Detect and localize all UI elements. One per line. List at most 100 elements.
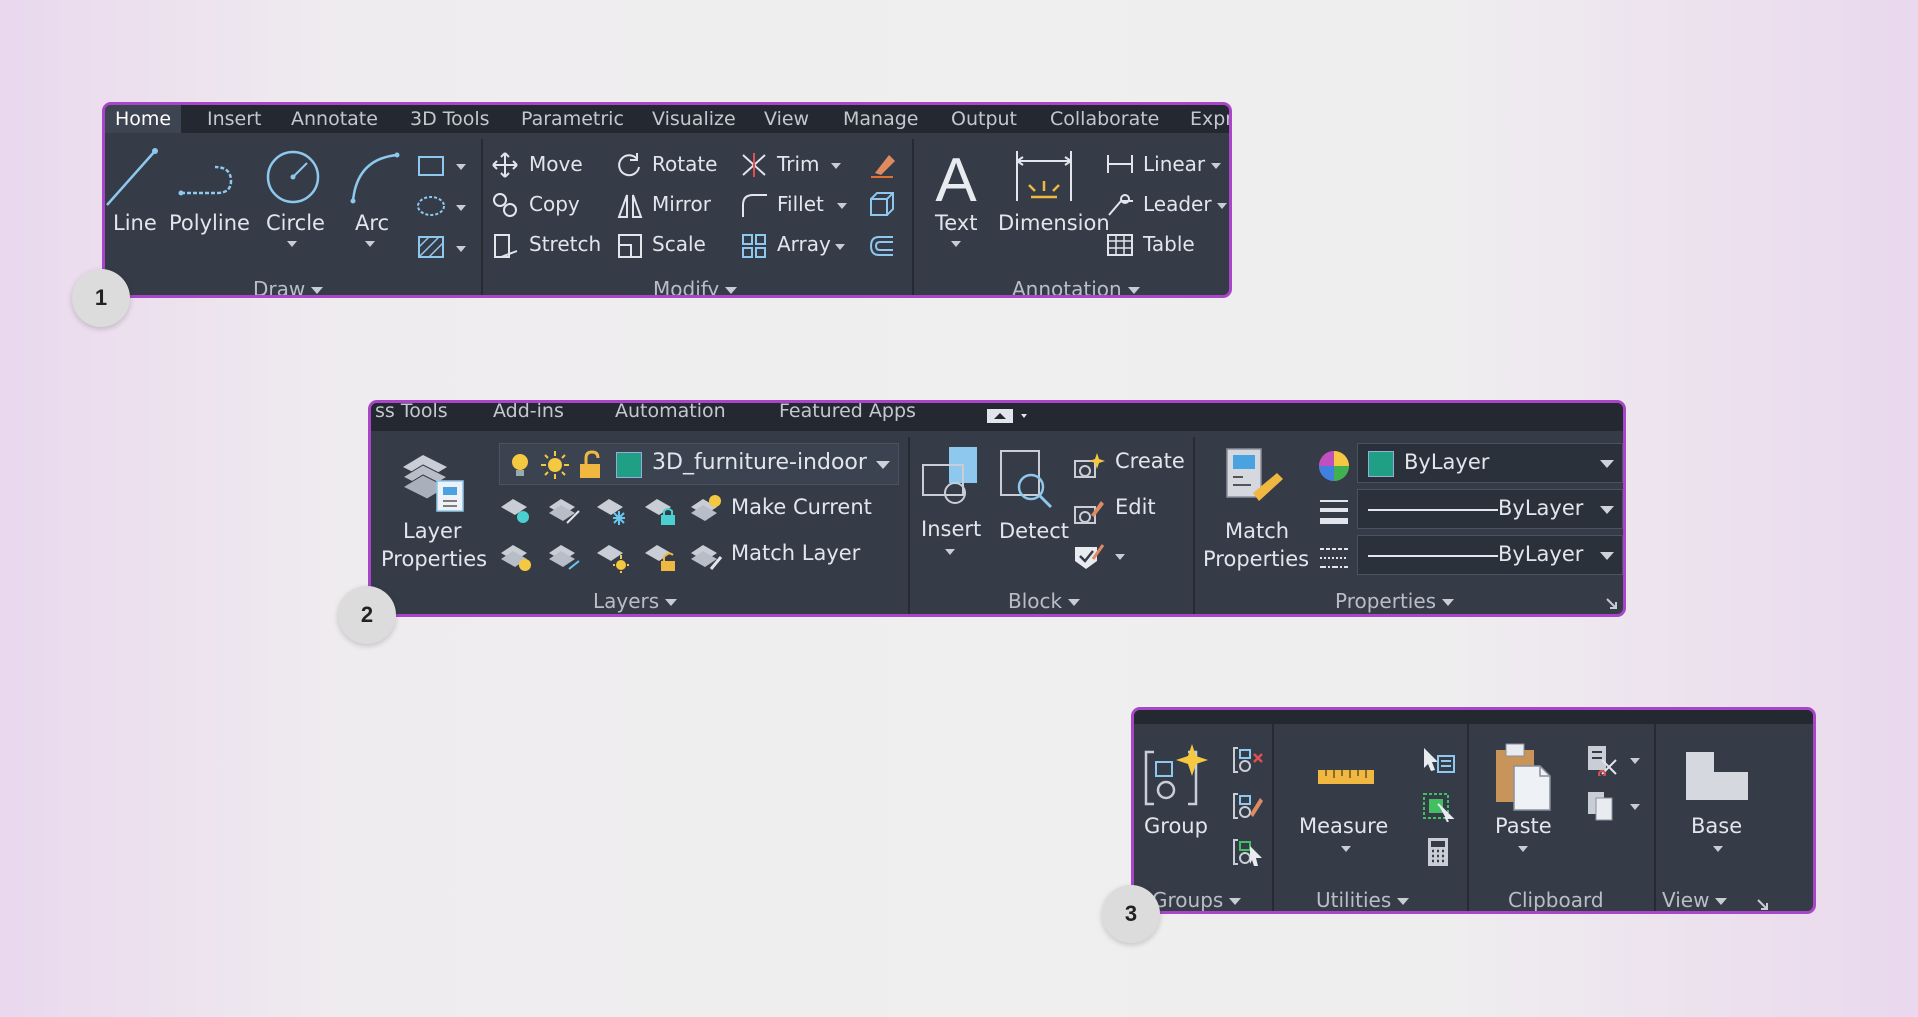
measure-dropdown-icon[interactable]: [1341, 846, 1351, 852]
ellipse-icon[interactable]: [415, 193, 449, 219]
circle-dropdown-icon[interactable]: [287, 241, 297, 247]
tab-parametric[interactable]: Parametric: [521, 105, 624, 133]
table-button[interactable]: Table: [1143, 232, 1195, 256]
tab-3d-tools[interactable]: 3D Tools: [410, 105, 490, 133]
rectangle-dropdown-icon[interactable]: [456, 164, 466, 170]
erase-icon[interactable]: [867, 151, 897, 179]
annotation-group-label[interactable]: Annotation: [1012, 277, 1140, 295]
array-button[interactable]: Array: [777, 232, 831, 256]
layer-change-icon[interactable]: [547, 539, 583, 573]
group-button[interactable]: Group: [1144, 814, 1208, 838]
line-button[interactable]: Line: [113, 211, 157, 235]
polyline-button[interactable]: Polyline: [169, 211, 250, 235]
copy-clip-dropdown-icon[interactable]: [1630, 804, 1640, 810]
match-properties-button-line1[interactable]: Match: [1225, 519, 1289, 543]
fillet-dropdown-icon[interactable]: [837, 203, 847, 209]
cut-icon[interactable]: [1584, 744, 1620, 776]
layer-dropdown[interactable]: 3D_furniture-indoor: [499, 443, 899, 485]
dimension-icon[interactable]: [1013, 147, 1075, 205]
arc-dropdown-icon[interactable]: [365, 241, 375, 247]
match-layer-button[interactable]: Match Layer: [731, 541, 860, 565]
ungroup-icon[interactable]: [1230, 744, 1264, 776]
layer-unlock-all-icon[interactable]: [643, 539, 679, 573]
detect-button[interactable]: Detect: [999, 519, 1069, 543]
layer-previous-icon[interactable]: [499, 539, 535, 573]
hatch-dropdown-icon[interactable]: [456, 246, 466, 252]
trim-button[interactable]: Trim: [777, 152, 820, 176]
groups-group-label[interactable]: Groups: [1152, 888, 1242, 911]
fillet-button[interactable]: Fillet: [777, 192, 824, 216]
layer-lock-icon[interactable]: [643, 493, 679, 527]
layers-group-label[interactable]: Layers: [593, 589, 678, 613]
quick-select-icon[interactable]: [1420, 744, 1456, 776]
calculator-icon[interactable]: [1420, 836, 1456, 868]
tab-collaborate[interactable]: Collaborate: [1050, 105, 1159, 133]
dimension-button[interactable]: Dimension: [998, 211, 1110, 235]
polyline-icon[interactable]: [177, 155, 237, 201]
tab-insert[interactable]: Insert: [207, 105, 262, 133]
tab-home[interactable]: Home: [105, 105, 182, 133]
tab-view[interactable]: View: [764, 105, 809, 133]
linetype-dropdown[interactable]: ByLayer: [1357, 535, 1623, 575]
scale-button[interactable]: Scale: [652, 232, 706, 256]
minimize-ribbon-icon[interactable]: [985, 405, 1033, 427]
tab-visualize[interactable]: Visualize: [652, 105, 736, 133]
cut-dropdown-icon[interactable]: [1630, 758, 1640, 764]
block-group-label[interactable]: Block: [1008, 589, 1081, 613]
insert-block-button[interactable]: Insert: [921, 517, 981, 541]
paste-button[interactable]: Paste: [1495, 814, 1552, 838]
layer-freeze-icon[interactable]: [595, 493, 631, 527]
copy-button[interactable]: Copy: [529, 192, 580, 216]
edit-block-button[interactable]: Edit: [1115, 495, 1156, 519]
view-group-label[interactable]: View: [1662, 888, 1728, 911]
measure-icon[interactable]: [1316, 764, 1376, 790]
text-dropdown-icon[interactable]: [951, 241, 961, 247]
rotate-button[interactable]: Rotate: [652, 152, 717, 176]
leader-dropdown-icon[interactable]: [1217, 203, 1227, 209]
text-icon[interactable]: A: [930, 147, 982, 205]
create-block-button[interactable]: Create: [1115, 449, 1185, 473]
make-current-button[interactable]: Make Current: [731, 495, 872, 519]
base-dropdown-icon[interactable]: [1713, 846, 1723, 852]
match-properties-button-line2[interactable]: Properties: [1203, 547, 1309, 571]
group-icon[interactable]: [1142, 742, 1210, 810]
tab-manage[interactable]: Manage: [843, 105, 918, 133]
dialog-launcher-icon[interactable]: [1605, 597, 1619, 611]
tab-output[interactable]: Output: [951, 105, 1017, 133]
stretch-button[interactable]: Stretch: [529, 232, 601, 256]
tab-add-ins[interactable]: Add-ins: [493, 403, 564, 425]
tab-express[interactable]: Expr: [1190, 105, 1229, 133]
linear-dropdown-icon[interactable]: [1211, 163, 1221, 169]
group-edit-icon[interactable]: [1230, 790, 1264, 822]
ellipse-dropdown-icon[interactable]: [456, 205, 466, 211]
tab-express-tools[interactable]: ss Tools: [375, 403, 448, 425]
copy-clip-icon[interactable]: [1584, 790, 1620, 822]
rectangle-icon[interactable]: [415, 153, 449, 179]
insert-dropdown-icon[interactable]: [945, 549, 955, 555]
group-select-icon[interactable]: [1230, 836, 1264, 868]
mirror-button[interactable]: Mirror: [652, 192, 711, 216]
base-view-button[interactable]: Base: [1691, 814, 1742, 838]
paste-dropdown-icon[interactable]: [1518, 846, 1528, 852]
paste-icon[interactable]: [1492, 740, 1556, 812]
tab-featured-apps[interactable]: Featured Apps: [779, 403, 916, 425]
utilities-group-label[interactable]: Utilities: [1316, 888, 1410, 911]
trim-dropdown-icon[interactable]: [831, 163, 841, 169]
arc-button[interactable]: Arc: [355, 211, 389, 235]
draw-group-label[interactable]: Draw: [253, 277, 324, 295]
layer-properties-button-line2[interactable]: Properties: [381, 547, 487, 571]
layer-properties-icon[interactable]: [399, 445, 467, 515]
arc-icon[interactable]: [347, 149, 403, 205]
layer-thaw-all-icon[interactable]: [595, 539, 631, 573]
explode-icon[interactable]: [867, 191, 897, 219]
hatch-icon[interactable]: [415, 233, 449, 261]
circle-icon[interactable]: [263, 147, 323, 207]
detect-icon[interactable]: [997, 443, 1061, 513]
insert-block-icon[interactable]: [919, 443, 983, 513]
base-view-icon[interactable]: [1682, 748, 1752, 802]
block-attribute-icon[interactable]: [1071, 541, 1105, 571]
modify-group-label[interactable]: Modify: [653, 277, 738, 295]
tab-automation[interactable]: Automation: [615, 403, 726, 425]
properties-group-label[interactable]: Properties: [1335, 589, 1455, 613]
layer-properties-button-line1[interactable]: Layer: [403, 519, 462, 543]
